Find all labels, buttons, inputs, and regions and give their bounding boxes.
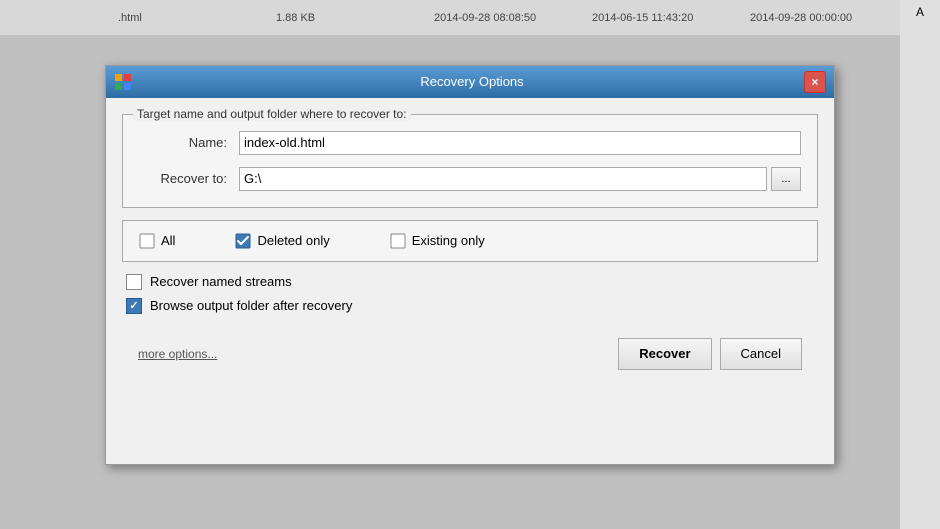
radio-deleted-only-label: Deleted only (257, 233, 329, 248)
radio-deleted-only-icon (235, 233, 251, 249)
dialog-overlay: Recovery Options × Target name and outpu… (0, 0, 940, 529)
group-legend: Target name and output folder where to r… (133, 107, 411, 121)
recover-to-label: Recover to: (139, 171, 239, 186)
dialog-body: Target name and output folder where to r… (106, 98, 834, 402)
radio-options-box: All Deleted only Existing only (122, 220, 818, 262)
radio-existing-only[interactable]: Existing only (390, 233, 485, 249)
recover-button[interactable]: Recover (618, 338, 711, 370)
radio-all-label: All (161, 233, 175, 248)
checkbox-named-streams-icon (126, 274, 142, 290)
checkboxes-section: Recover named streams Browse output fold… (122, 274, 818, 314)
recover-to-row: Recover to: ... (139, 167, 801, 191)
dialog-title: Recovery Options (140, 74, 804, 89)
title-bar: Recovery Options × (106, 66, 834, 98)
checkbox-browse-after-label: Browse output folder after recovery (150, 298, 352, 313)
more-options-link[interactable]: more options... (138, 347, 217, 361)
footer-buttons: Recover Cancel (618, 338, 802, 370)
dialog-icon (114, 73, 132, 91)
checkbox-named-streams-row[interactable]: Recover named streams (126, 274, 814, 290)
recovery-options-dialog: Recovery Options × Target name and outpu… (105, 65, 835, 465)
radio-deleted-only[interactable]: Deleted only (235, 233, 329, 249)
name-row: Name: (139, 131, 801, 155)
name-input[interactable] (239, 131, 801, 155)
dialog-footer: more options... Recover Cancel (122, 330, 818, 386)
target-group-box: Target name and output folder where to r… (122, 114, 818, 208)
checkbox-browse-after-row[interactable]: Browse output folder after recovery (126, 298, 814, 314)
browse-button[interactable]: ... (771, 167, 801, 191)
radio-existing-only-label: Existing only (412, 233, 485, 248)
checkbox-browse-after-icon (126, 298, 142, 314)
radio-existing-only-icon (390, 233, 406, 249)
name-label: Name: (139, 135, 239, 150)
radio-all[interactable]: All (139, 233, 175, 249)
recover-to-input[interactable] (239, 167, 767, 191)
close-button[interactable]: × (804, 71, 826, 93)
cancel-button[interactable]: Cancel (720, 338, 802, 370)
radio-all-icon (139, 233, 155, 249)
checkbox-named-streams-label: Recover named streams (150, 274, 292, 289)
